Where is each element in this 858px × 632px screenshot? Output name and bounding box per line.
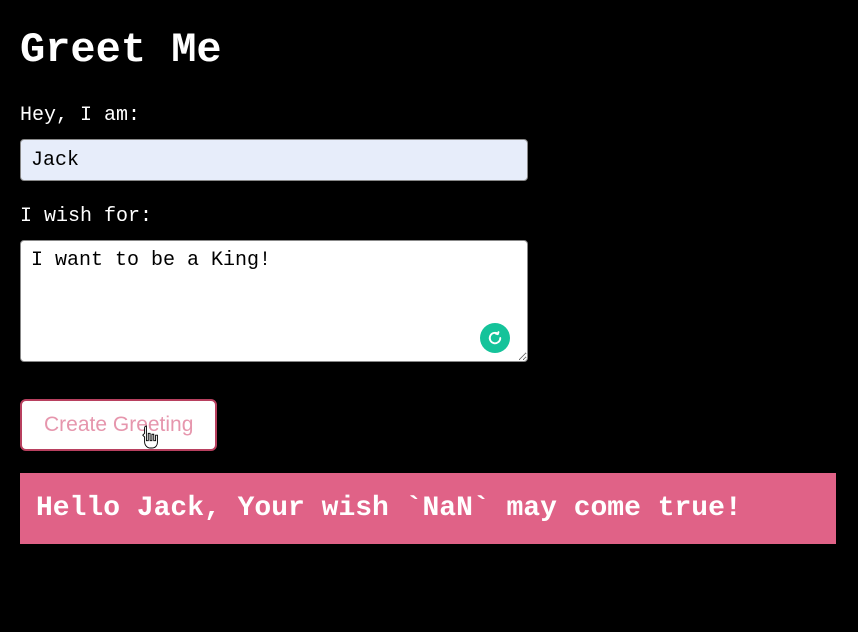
wish-field-group: I wish for: [20,205,838,367]
create-greeting-button[interactable]: Create Greeting [20,399,217,451]
wish-label: I wish for: [20,205,838,228]
name-label: Hey, I am: [20,104,838,127]
wish-textarea[interactable] [20,240,528,362]
page-title: Greet Me [20,26,838,74]
name-field-group: Hey, I am: [20,104,838,181]
greeting-output: Hello Jack, Your wish `NaN` may come tru… [20,473,836,544]
name-input[interactable] [20,139,528,181]
